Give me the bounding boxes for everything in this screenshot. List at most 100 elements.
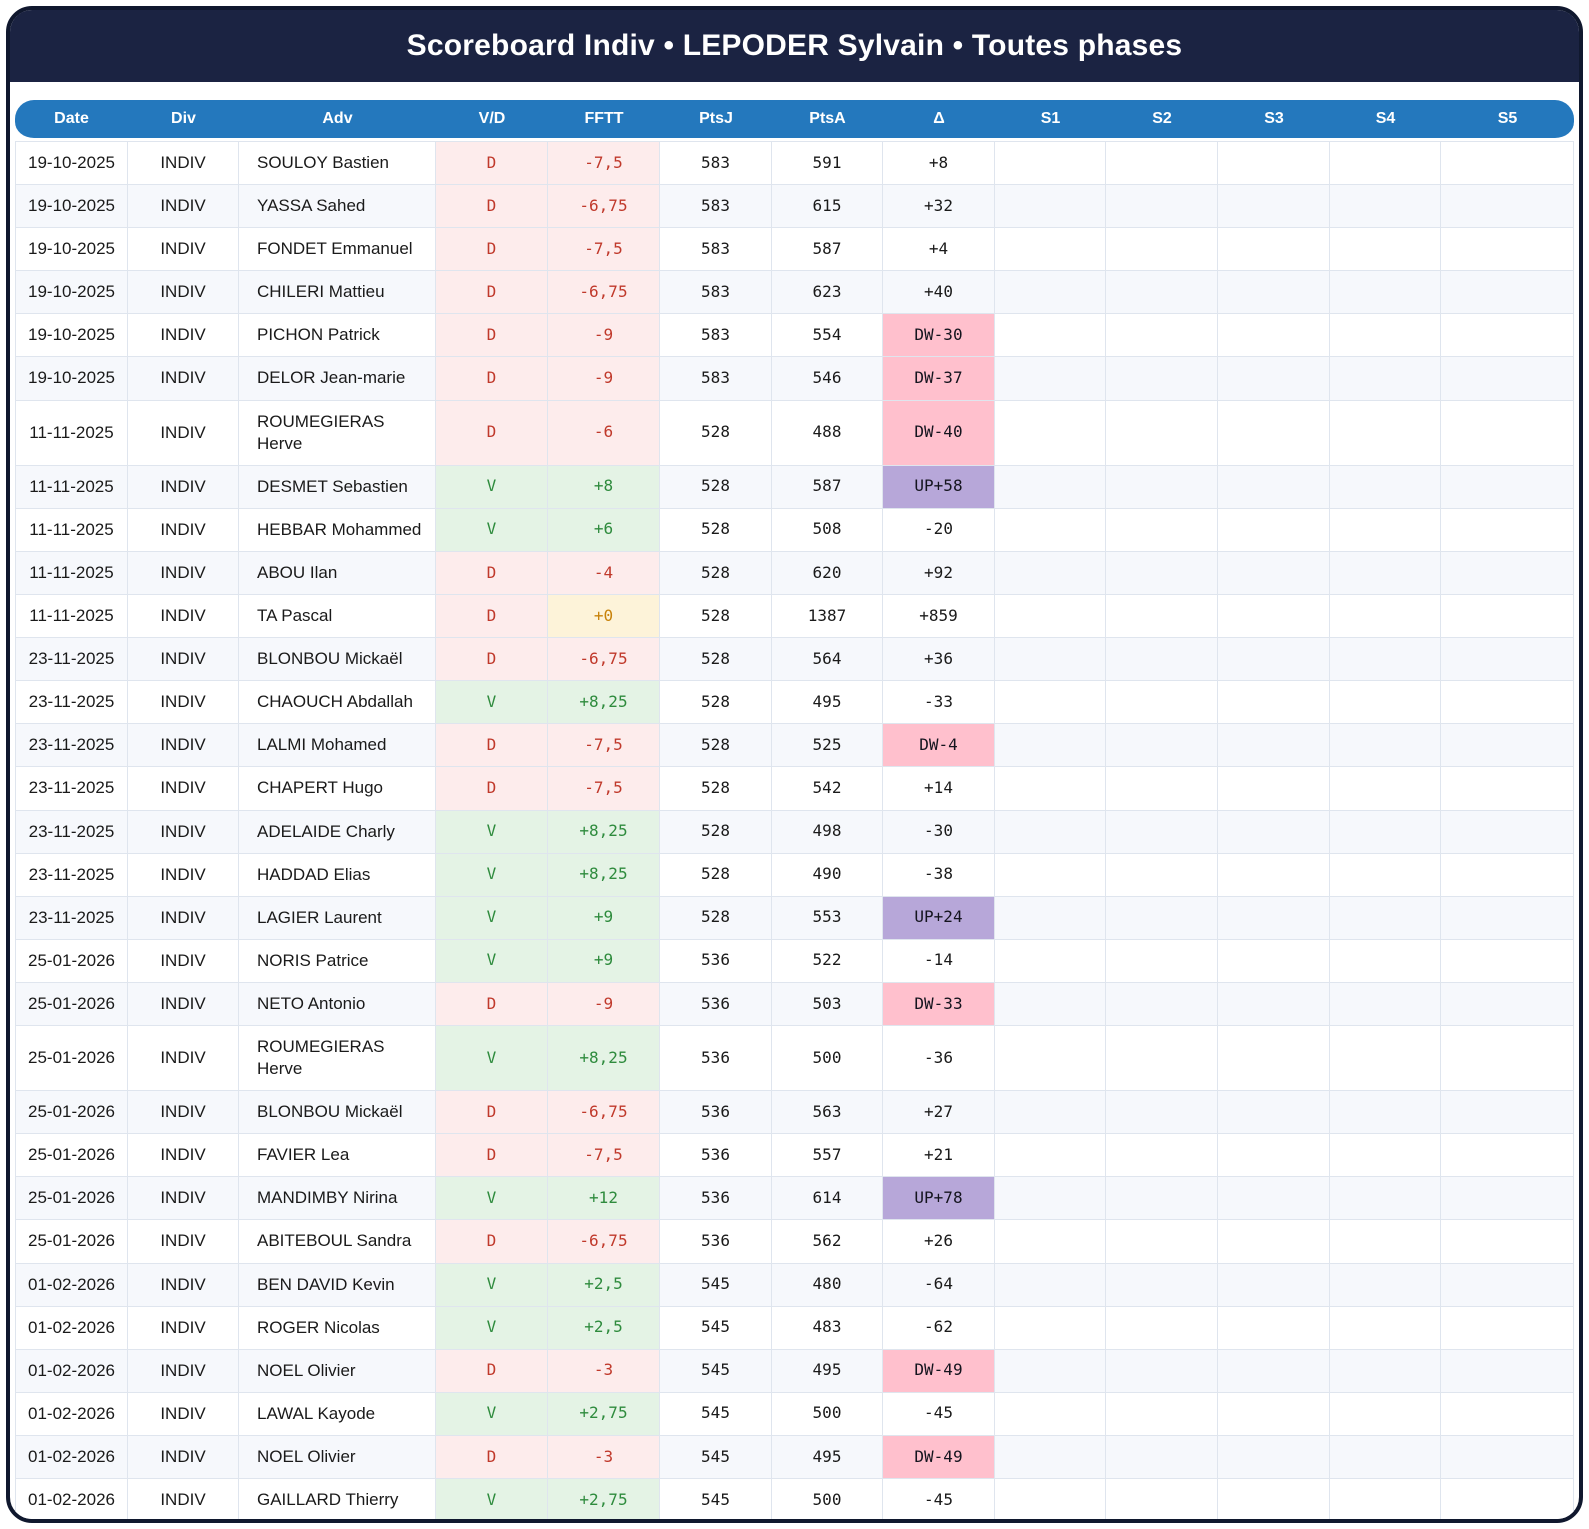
- ptsa-cell: 591: [772, 141, 883, 186]
- ptsa-cell: 490: [772, 853, 883, 897]
- fftt-cell: -6,75: [548, 1220, 660, 1264]
- div-cell: INDIV: [128, 767, 239, 811]
- s5-cell: [1441, 896, 1574, 940]
- delta-cell: +92: [883, 551, 995, 596]
- adv-cell: PICHON Patrick: [239, 314, 436, 358]
- s3-cell: [1218, 896, 1330, 940]
- column-header-s4: S4: [1330, 100, 1441, 141]
- ptsj-cell: 528: [660, 638, 772, 682]
- ptsj-cell: 536: [660, 1025, 772, 1092]
- s4-cell: [1330, 1435, 1441, 1479]
- delta-cell: UP+58: [883, 465, 995, 509]
- s1-cell: [995, 939, 1106, 983]
- adv-cell: GAILLARD Thierry: [239, 1479, 436, 1519]
- s2-cell: [1106, 1479, 1218, 1519]
- date-cell: 19-10-2025: [15, 271, 128, 315]
- div-cell: INDIV: [128, 896, 239, 940]
- fftt-cell: +0: [548, 595, 660, 639]
- column-header-adv: Adv: [239, 100, 436, 141]
- s1-cell: [995, 681, 1106, 725]
- vd-cell: V: [436, 681, 548, 725]
- date-cell: 01-02-2026: [15, 1263, 128, 1307]
- fftt-cell: -7,5: [548, 141, 660, 186]
- date-cell: 01-02-2026: [15, 1392, 128, 1436]
- vd-cell: V: [436, 1177, 548, 1221]
- s2-cell: [1106, 314, 1218, 358]
- div-cell: INDIV: [128, 1479, 239, 1519]
- vd-cell: V: [436, 508, 548, 552]
- fftt-cell: -3: [548, 1435, 660, 1479]
- ptsj-cell: 583: [660, 228, 772, 272]
- adv-cell: BLONBOU Mickaël: [239, 638, 436, 682]
- date-cell: 11-11-2025: [15, 551, 128, 596]
- s2-cell: [1106, 400, 1218, 466]
- vd-cell: D: [436, 724, 548, 768]
- table-row: 19-10-2025 INDIV YASSA Sahed D -6,75 583 615 +3…: [15, 185, 1574, 229]
- delta-cell: +26: [883, 1220, 995, 1264]
- ptsj-cell: 536: [660, 1220, 772, 1264]
- s5-cell: [1441, 767, 1574, 811]
- s1-cell: [995, 1263, 1106, 1307]
- column-header-s2: S2: [1106, 100, 1218, 141]
- ptsa-cell: 495: [772, 1435, 883, 1479]
- s1-cell: [995, 1435, 1106, 1479]
- ptsj-cell: 545: [660, 1349, 772, 1393]
- div-cell: INDIV: [128, 508, 239, 552]
- s4-cell: [1330, 508, 1441, 552]
- vd-cell: V: [436, 896, 548, 940]
- s5-cell: [1441, 185, 1574, 229]
- s3-cell: [1218, 508, 1330, 552]
- div-cell: INDIV: [128, 939, 239, 983]
- vd-cell: D: [436, 767, 548, 811]
- ptsj-cell: 528: [660, 465, 772, 509]
- s4-cell: [1330, 400, 1441, 466]
- adv-cell: ROUMEGIERAS Herve: [239, 1025, 436, 1092]
- date-cell: 25-01-2026: [15, 939, 128, 983]
- s2-cell: [1106, 228, 1218, 272]
- div-cell: INDIV: [128, 228, 239, 272]
- s4-cell: [1330, 1392, 1441, 1436]
- date-cell: 01-02-2026: [15, 1435, 128, 1479]
- s5-cell: [1441, 1306, 1574, 1350]
- s3-cell: [1218, 1025, 1330, 1092]
- fftt-cell: +8: [548, 465, 660, 509]
- s5-cell: [1441, 1025, 1574, 1092]
- s4-cell: [1330, 982, 1441, 1026]
- s4-cell: [1330, 810, 1441, 854]
- ptsa-cell: 495: [772, 1349, 883, 1393]
- div-cell: INDIV: [128, 681, 239, 725]
- column-header-delta: Δ: [883, 100, 995, 141]
- vd-cell: D: [436, 1349, 548, 1393]
- adv-cell: NORIS Patrice: [239, 939, 436, 983]
- div-cell: INDIV: [128, 400, 239, 466]
- s1-cell: [995, 1479, 1106, 1519]
- s2-cell: [1106, 551, 1218, 596]
- fftt-cell: -4: [548, 551, 660, 596]
- s3-cell: [1218, 982, 1330, 1026]
- ptsa-cell: 564: [772, 638, 883, 682]
- table-row: 11-11-2025 INDIV ROUMEGIERAS Herve D -6 528 48…: [15, 400, 1574, 466]
- s1-cell: [995, 271, 1106, 315]
- ptsa-cell: 554: [772, 314, 883, 358]
- s1-cell: [995, 357, 1106, 401]
- ptsj-cell: 528: [660, 767, 772, 811]
- delta-cell: -45: [883, 1479, 995, 1519]
- fftt-cell: +8,25: [548, 853, 660, 897]
- ptsa-cell: 495: [772, 681, 883, 725]
- s5-cell: [1441, 982, 1574, 1026]
- s4-cell: [1330, 896, 1441, 940]
- vd-cell: V: [436, 810, 548, 854]
- div-cell: INDIV: [128, 357, 239, 401]
- fftt-cell: +2,5: [548, 1263, 660, 1307]
- vd-cell: D: [436, 1091, 548, 1135]
- s1-cell: [995, 724, 1106, 768]
- adv-cell: ROGER Nicolas: [239, 1306, 436, 1350]
- s1-cell: [995, 1306, 1106, 1350]
- s5-cell: [1441, 638, 1574, 682]
- date-cell: 25-01-2026: [15, 1025, 128, 1092]
- s4-cell: [1330, 595, 1441, 639]
- fftt-cell: -7,5: [548, 724, 660, 768]
- s1-cell: [995, 400, 1106, 466]
- table-row: 01-02-2026 INDIV NOEL Olivier D -3 545 495 DW-4…: [15, 1349, 1574, 1393]
- s2-cell: [1106, 508, 1218, 552]
